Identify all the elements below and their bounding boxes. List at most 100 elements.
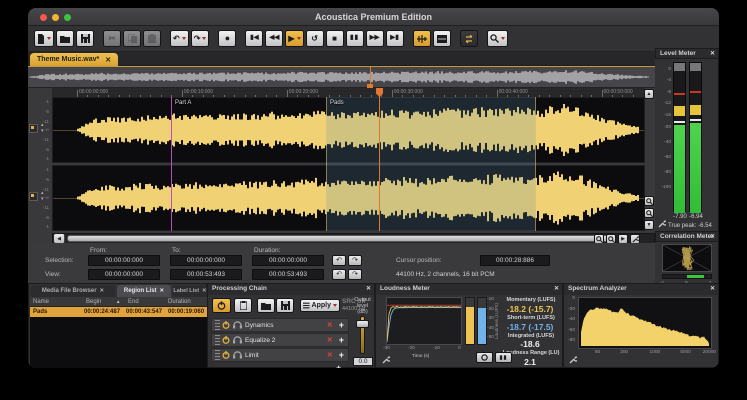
loudness-pause-button[interactable]: ▮▮	[495, 352, 512, 363]
close-panel-icon[interactable]: ✕	[366, 284, 371, 294]
close-tab-icon[interactable]: ✕	[160, 288, 165, 294]
headphones-icon[interactable]	[233, 336, 242, 344]
scroll-down-button[interactable]: ▼	[644, 220, 654, 230]
drag-handle-icon[interactable]	[215, 320, 220, 330]
vertical-zoom-out-button[interactable]	[644, 208, 654, 218]
loop-playback-button[interactable]: ↺	[306, 30, 324, 47]
close-tab-icon[interactable]: ✕	[100, 288, 105, 294]
headphones-icon[interactable]	[233, 321, 242, 329]
channel-2-spinner[interactable]: ▴▾	[41, 190, 44, 202]
view-from-field[interactable]: 00:00:00:000	[88, 269, 160, 280]
view-redo-button[interactable]: ↷	[348, 269, 362, 280]
tab-media-file-browser[interactable]: Media File Browser✕	[31, 285, 115, 297]
column-begin[interactable]: Begin	[86, 299, 101, 305]
channel-1-button[interactable]	[29, 124, 38, 133]
loudness-reset-button[interactable]	[476, 352, 493, 363]
remove-effect-icon[interactable]: ✕	[327, 351, 333, 359]
selection-to-field[interactable]: 00:00:00:000	[170, 255, 242, 266]
chain-power-button[interactable]	[212, 298, 231, 313]
waveform-channel-2[interactable]	[52, 165, 645, 231]
channel-1-spinner[interactable]: ▴▾	[41, 122, 44, 134]
scrollbar-thumb[interactable]	[67, 235, 613, 242]
drag-handle-icon[interactable]	[215, 335, 220, 345]
close-panel-icon[interactable]: ✕	[710, 232, 715, 242]
output-value-field[interactable]: 0.0	[353, 357, 373, 366]
go-to-start-button[interactable]: ▮◀	[245, 30, 263, 47]
remove-effect-icon[interactable]: ✕	[327, 321, 333, 329]
open-file-button[interactable]	[56, 30, 74, 47]
document-tab[interactable]: Theme Music.wav* ✕	[30, 53, 118, 66]
power-icon[interactable]	[222, 336, 230, 344]
rewind-button[interactable]: ◀◀	[265, 30, 283, 47]
vertical-zoom-in-button[interactable]	[644, 196, 654, 206]
close-tab-icon[interactable]: ✕	[105, 56, 111, 64]
add-effect-icon[interactable]: +	[339, 320, 344, 330]
scroll-left-button[interactable]: ◀	[54, 234, 65, 243]
close-panel-icon[interactable]: ✕	[554, 284, 559, 294]
level-meter-settings-icon[interactable]	[658, 220, 666, 228]
close-panel-icon[interactable]: ✕	[710, 49, 715, 59]
document-tab-label: Theme Music.wav*	[37, 56, 99, 63]
loop-selection-button[interactable]	[460, 30, 478, 47]
waveform-channel-1[interactable]	[52, 97, 645, 163]
toggle-markers-button[interactable]	[413, 30, 431, 47]
new-file-button[interactable]	[34, 30, 54, 47]
document-tab-bar: Theme Music.wav* ✕	[28, 52, 655, 66]
tab-label-list[interactable]: Label List✕	[173, 285, 207, 297]
add-effect-icon[interactable]: +	[336, 363, 341, 368]
display-mode-button[interactable]	[433, 30, 451, 47]
view-duration-field[interactable]: 00:00:53:493	[252, 269, 324, 280]
channel-2-controls[interactable]: ▴▾	[29, 190, 51, 206]
effect-row-dynamics[interactable]: Dynamics ✕ +	[211, 318, 349, 332]
tab-region-list[interactable]: Region List✕	[117, 285, 171, 297]
redo-button[interactable]: ↷	[191, 30, 210, 47]
cursor-position-label: Cursor position:	[396, 257, 442, 264]
time-ruler[interactable]: 00:00:00:00000:00:10:00000:00:20:00000:0…	[52, 88, 645, 97]
copy-button[interactable]	[123, 30, 141, 47]
close-panel-icon[interactable]: ✕	[710, 284, 715, 294]
scroll-up-button[interactable]: ▲	[644, 89, 654, 99]
record-button[interactable]: ●	[218, 30, 236, 47]
undo-button[interactable]: ↶	[170, 30, 189, 47]
view-undo-button[interactable]: ↶	[332, 269, 346, 280]
power-icon[interactable]	[222, 321, 230, 329]
region-row-pads[interactable]: Pads 00:00:24:487 00:00:43:547 00:00:19:…	[30, 307, 207, 317]
zoom-button[interactable]	[487, 30, 508, 47]
add-effect-icon[interactable]: +	[339, 350, 344, 360]
chain-save-button[interactable]	[276, 298, 294, 313]
effect-row-limit[interactable]: Limit ✕ +	[211, 348, 349, 362]
effect-row-equalize[interactable]: Equalize 2 ✕ +	[211, 333, 349, 347]
view-to-field[interactable]: 00:00:53:493	[170, 269, 242, 280]
column-end[interactable]: End	[128, 299, 139, 305]
power-icon[interactable]	[222, 351, 230, 359]
selection-undo-button[interactable]: ↶	[332, 255, 346, 266]
apply-button[interactable]: Apply	[300, 299, 340, 312]
save-button[interactable]	[76, 30, 94, 47]
loudness-settings-icon[interactable]	[382, 356, 390, 364]
output-slider-handle[interactable]	[356, 320, 369, 328]
drag-handle-icon[interactable]	[215, 350, 220, 360]
column-duration[interactable]: Duration	[168, 299, 191, 305]
play-button[interactable]: ▶	[285, 30, 303, 47]
overview-waveform[interactable]	[28, 66, 655, 88]
channel-2-button[interactable]	[29, 192, 38, 201]
cursor-position-field[interactable]: 00:00:28:886	[480, 255, 550, 266]
selection-duration-field[interactable]: 00:00:00:000	[252, 255, 324, 266]
chain-copy-settings-button[interactable]	[234, 298, 252, 313]
go-to-end-button[interactable]: ▶▮	[386, 30, 404, 47]
channel-1-controls[interactable]: ▴▾	[29, 122, 51, 138]
column-name[interactable]: Name	[33, 299, 49, 305]
stop-button[interactable]: ■	[326, 30, 344, 47]
remove-effect-icon[interactable]: ✕	[327, 336, 333, 344]
headphones-icon[interactable]	[233, 351, 242, 359]
fast-forward-button[interactable]: ▶▶	[366, 30, 384, 47]
selection-from-field[interactable]: 00:00:00:000	[88, 255, 160, 266]
selection-redo-button[interactable]: ↷	[348, 255, 362, 266]
pause-button[interactable]: ▮▮	[346, 30, 364, 47]
spectrum-settings-icon[interactable]	[569, 356, 577, 364]
cut-button[interactable]: ✂	[103, 30, 121, 47]
paste-button[interactable]	[143, 30, 161, 47]
add-effect-icon[interactable]: +	[339, 335, 344, 345]
close-tab-icon[interactable]: ✕	[202, 288, 207, 294]
chain-load-button[interactable]	[257, 298, 275, 313]
